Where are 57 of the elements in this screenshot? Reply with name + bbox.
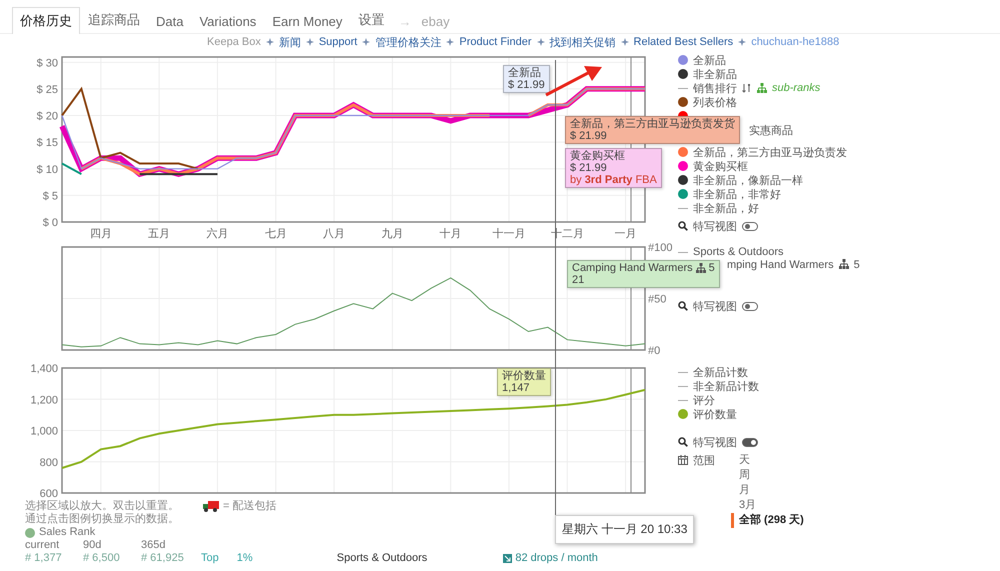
drops-label: 82 drops / month [515,552,598,565]
axis-label: 十月 [440,228,462,240]
closeup-label: 特写视图 [693,300,737,314]
axis-label: 800 [40,456,58,469]
stat-value: # 61,925 [141,552,185,565]
axis-label: $ 0 [42,217,58,229]
axis-label: $ 20 [36,110,58,123]
tooltip-value: $ 21.99 [570,130,608,142]
tooltip-title: 全新品，第三方由亚马逊负责发货 [570,118,735,130]
axis-label: 1,400 [30,363,58,375]
hint-text: 选择区域以放大。双击以重置。 [25,500,179,512]
tooltip-count: 5 [708,262,715,274]
axis-label: 一月 [614,228,637,240]
axis-label: $ 25 [36,84,58,96]
axis-label: 1,000 [30,426,58,438]
axis-label: 十一月 [492,228,526,240]
axis-label: 600 [40,488,58,500]
axis-label: #0 [648,345,660,357]
shipping-note: = 配送包括 [223,500,276,513]
axis-label: #50 [648,294,666,306]
closeup-label: 特写视图 [693,436,737,450]
axis-label: $ 15 [36,137,58,150]
tooltip-title: 全新品 [508,67,541,79]
sales-rank-title: Sales Rank [39,526,96,539]
axis-label: 七月 [264,228,287,240]
axis-label: 1,200 [30,394,58,406]
hint-text: 通过点击图例切换显示的数据。 [25,513,180,526]
axis-label: 八月 [323,228,346,240]
axis-label: #100 [648,242,672,254]
tooltip-title: Camping Hand Warmers [572,262,693,274]
tooltip-value: 1,147 [502,382,531,394]
stat-value: # 1,377 [25,552,63,565]
axis-label: $ 10 [36,164,58,176]
stat-value: # 6,500 [83,552,121,565]
axis-label: $ 30 [36,57,58,70]
tooltip-value: $ 21.99 [570,162,608,174]
tooltip-note: by 3rd Party FBA [570,174,657,186]
category-label: Sports & Outdoors [336,552,428,565]
axis-label: 六月 [206,228,228,240]
tooltip-value: 21 [572,274,586,286]
range-label: 范围 [693,454,715,468]
stat-header: current [25,539,60,552]
top-value: 1% [236,552,253,565]
axis-label: 九月 [381,228,404,240]
stat-header: 365d [141,539,166,552]
tooltip-value: $ 21.99 [508,79,545,91]
tooltip-title: 黄金购买框 [570,150,625,162]
tooltip-title: 评价数量 [502,370,546,382]
closeup-label: 特写视图 [693,220,737,234]
axis-label: $ 5 [42,190,58,202]
time-tooltip: 星期六 十一月 20 10:33 [555,515,694,544]
top-label: Top [201,552,219,565]
axis-label: 四月 [90,228,112,240]
arrow-label: → [397,13,412,31]
count-label: 5 [854,259,860,271]
axis-label: 五月 [148,228,170,240]
stat-header: 90d [83,539,102,552]
